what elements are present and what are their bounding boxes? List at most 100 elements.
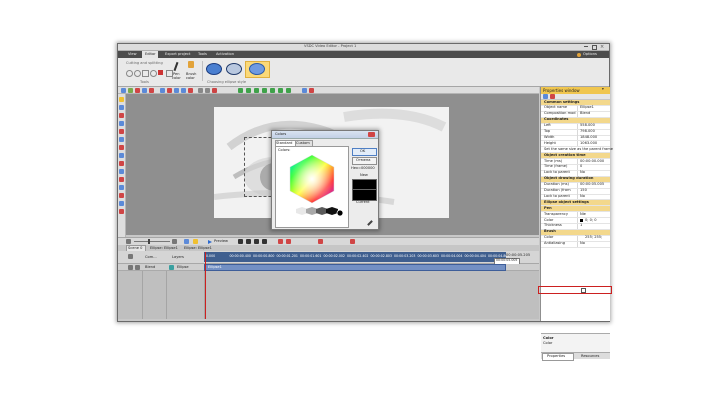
tb-tools-icon[interactable]	[302, 87, 307, 93]
tb-order-icon[interactable]	[181, 87, 186, 93]
tb-delete-icon[interactable]	[135, 87, 140, 93]
tool-video-icon[interactable]	[119, 137, 124, 142]
pen-icon[interactable]	[173, 61, 179, 72]
tb-group-icon[interactable]	[174, 87, 179, 93]
hex-value[interactable]: Hex=000000	[351, 166, 375, 171]
tab-standard-label[interactable]: Standard	[276, 141, 292, 146]
tool-text-icon[interactable]	[119, 113, 124, 118]
ok-button-label[interactable]: OK	[360, 149, 365, 154]
tl-grid-icon[interactable]	[184, 239, 189, 244]
brush-color-highlight[interactable]	[538, 286, 612, 294]
track-blend[interactable]: Blend	[145, 265, 155, 270]
cancel-button-label[interactable]: Отмена	[356, 158, 370, 163]
zoom-out-icon[interactable]	[126, 239, 131, 244]
property-value[interactable]: No	[580, 241, 585, 246]
tab-custom-label[interactable]: Custom	[296, 141, 310, 146]
tool-chart-icon[interactable]	[119, 153, 124, 158]
prev-frame-icon[interactable]	[254, 239, 259, 244]
property-value[interactable]: 0; 0; 0	[585, 218, 597, 223]
tb-back-icon[interactable]	[278, 87, 283, 93]
tool-sprite-icon[interactable]	[119, 169, 124, 174]
property-value[interactable]: 150	[580, 188, 587, 193]
tab-ellipse-2-label[interactable]: Ellipse: Ellipse1	[184, 246, 212, 251]
options-link[interactable]: Options	[583, 52, 597, 57]
property-value[interactable]: 558.000	[580, 123, 595, 128]
tab-ellipse-1-label[interactable]: Ellipse: Ellipse1	[150, 246, 178, 251]
ellipse-style-3[interactable]	[249, 63, 265, 75]
tb-more-icon[interactable]	[286, 87, 291, 93]
tb-align-icon[interactable]	[160, 87, 165, 93]
tb-arrow-left-icon[interactable]	[254, 87, 259, 93]
eye-icon[interactable]	[128, 254, 133, 259]
brush-icon[interactable]	[188, 61, 194, 68]
play-icon[interactable]	[238, 239, 243, 244]
property-value[interactable]: 255; 255;	[585, 236, 602, 240]
tl-marker-icon[interactable]	[318, 239, 323, 244]
zoom-slider-handle[interactable]	[148, 239, 150, 244]
zoom-slider[interactable]	[134, 241, 170, 242]
delete-icon[interactable]	[158, 70, 163, 75]
sort-alpha-icon[interactable]	[550, 94, 555, 99]
stop-icon[interactable]	[246, 239, 251, 244]
track-lock-icon[interactable]	[135, 264, 140, 270]
tool-effect-icon[interactable]	[119, 161, 124, 166]
tool-audio-icon[interactable]	[119, 145, 124, 150]
tb-zoom-icon[interactable]	[205, 87, 210, 93]
timeline-ruler[interactable]: 0.000 00:00:00.400 00:00:00.800 00:00:01.20…	[204, 252, 509, 262]
tb-snap-icon[interactable]	[212, 87, 217, 93]
redo-icon[interactable]	[134, 70, 141, 77]
tl-record-icon[interactable]	[350, 239, 355, 244]
property-value[interactable]: 1	[580, 224, 582, 228]
tool-line-icon[interactable]	[119, 177, 124, 182]
tl-cut-icon[interactable]	[278, 239, 283, 244]
next-frame-icon[interactable]	[262, 239, 267, 244]
tb-distribute-icon[interactable]	[188, 87, 193, 93]
tl-trim-icon[interactable]	[286, 239, 291, 244]
undo-icon[interactable]	[126, 70, 133, 77]
property-value[interactable]: 798.000	[580, 129, 595, 134]
zoom-in-icon[interactable]	[172, 239, 177, 244]
tab-resources-label[interactable]: Resources	[581, 354, 599, 359]
dialog-close-icon[interactable]	[368, 132, 375, 137]
properties-pin-icon[interactable]: ▾	[602, 87, 604, 92]
property-value[interactable]: No	[580, 194, 585, 199]
menu-tools[interactable]: Tools	[198, 52, 207, 57]
tb-copy-icon[interactable]	[142, 87, 147, 93]
preview-play-icon[interactable]	[208, 239, 212, 244]
ellipse-style-1[interactable]	[206, 63, 222, 75]
property-value[interactable]: Nie	[580, 212, 586, 217]
ellipse-style-2[interactable]	[226, 63, 242, 75]
tb-arrow-down-icon[interactable]	[246, 87, 251, 93]
tb-move-icon[interactable]	[128, 87, 133, 93]
tb-grid-icon[interactable]	[198, 87, 203, 93]
rotate-icon[interactable]	[150, 70, 157, 77]
property-value[interactable]: 0	[580, 165, 582, 169]
menu-activation[interactable]: Activation	[216, 52, 234, 57]
menu-view[interactable]: View	[128, 52, 137, 57]
property-value[interactable]: 1063.000	[580, 141, 597, 146]
property-value[interactable]: No	[580, 171, 585, 175]
menu-editor[interactable]: Editor	[145, 52, 156, 57]
property-value[interactable]: 00:00:00.000	[580, 159, 604, 164]
close-icon[interactable]: ×	[600, 44, 604, 50]
property-value[interactable]: 1848.000	[580, 135, 597, 140]
timeline-clip[interactable]	[204, 264, 506, 271]
property-row[interactable]: Antialiasing No	[541, 241, 610, 248]
tb-layer-icon[interactable]	[167, 87, 172, 93]
track-visible-icon[interactable]	[128, 264, 133, 270]
tb-select-icon[interactable]	[121, 87, 126, 93]
tool-subtitle-icon[interactable]	[119, 209, 124, 214]
tb-paste-icon[interactable]	[149, 87, 154, 93]
tb-effects-icon[interactable]	[309, 87, 314, 93]
track-layer[interactable]: Ellipse	[177, 265, 189, 270]
tab-properties-label[interactable]: Properties	[547, 354, 565, 359]
playhead[interactable]	[205, 252, 206, 319]
property-value[interactable]: Ellipse1	[580, 106, 594, 110]
tool-image-icon[interactable]	[119, 129, 124, 134]
cutting-splitting-button[interactable]: Cutting and splitting	[126, 61, 163, 66]
tool-pointer-icon[interactable]	[119, 97, 124, 102]
timeline-track-row[interactable]: Blend Ellipse Ellipse1	[118, 264, 539, 271]
eyedropper-icon[interactable]	[367, 220, 373, 226]
tb-arrow-right-icon[interactable]	[262, 87, 267, 93]
tab-scene-label[interactable]: Scene 0	[128, 246, 142, 251]
